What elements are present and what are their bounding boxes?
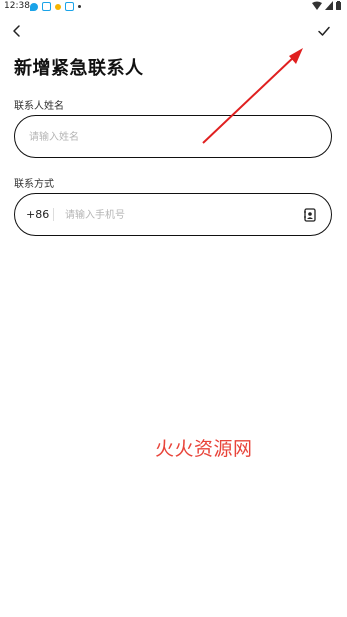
watermark-text: 火火资源网 — [155, 438, 253, 460]
phone-input[interactable] — [63, 194, 297, 237]
confirm-button[interactable] — [315, 22, 333, 40]
status-bar: 12:38 — [0, 0, 347, 14]
country-code-selector[interactable]: +86 — [26, 208, 49, 221]
name-field-container — [14, 115, 332, 159]
chevron-left-icon — [13, 25, 20, 37]
status-time: 12:38 — [4, 1, 30, 11]
qq-notification-icon — [30, 2, 38, 11]
app-notification-icon — [65, 2, 74, 11]
annotation-arrow-icon — [202, 48, 303, 144]
notification-icons — [30, 2, 81, 11]
pick-contact-button[interactable] — [303, 207, 317, 222]
contact-book-icon — [304, 208, 316, 222]
more-notifications-icon — [78, 5, 81, 8]
phone-field-container: +86 — [14, 193, 332, 237]
divider — [53, 208, 54, 221]
page-title: 新增紧急联系人 — [14, 58, 144, 79]
weather-notification-icon — [55, 3, 61, 10]
wifi-icon — [312, 1, 322, 10]
signal-icon — [325, 1, 333, 10]
name-field-label: 联系人姓名 — [14, 101, 64, 112]
battery-icon — [336, 1, 341, 10]
check-icon — [318, 26, 330, 36]
name-input[interactable] — [27, 116, 321, 159]
system-icons — [312, 1, 341, 10]
back-button[interactable] — [8, 22, 26, 40]
contact-field-label: 联系方式 — [14, 179, 54, 190]
app-notification-icon — [42, 2, 51, 11]
